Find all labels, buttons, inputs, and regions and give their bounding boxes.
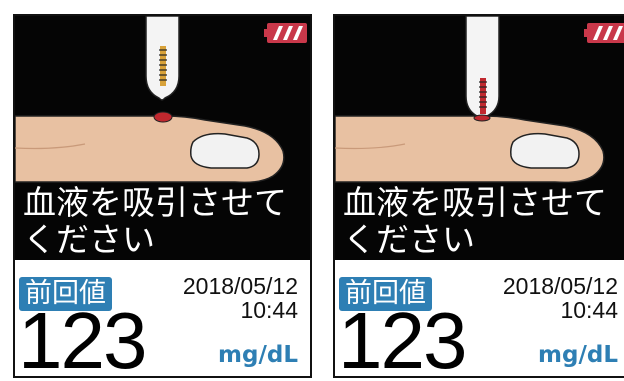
instruction-text: 血液を吸引させてください <box>23 183 287 259</box>
blood-drop-icon <box>153 111 173 123</box>
test-strip-icon <box>145 16 180 101</box>
battery-full-icon <box>264 23 307 43</box>
meter-screen-2: 血液を吸引させてください 前回値 2018/05/12 10:44 123 mg… <box>333 14 624 378</box>
meter-screen-1: 血液を吸引させてください 前回値 2018/05/12 10:44 123 mg… <box>13 14 312 378</box>
finger-icon <box>15 115 285 184</box>
instruction-text: 血液を吸引させてください <box>343 183 607 259</box>
display-area: 血液を吸引させてください <box>15 16 310 260</box>
last-result-time: 10:44 <box>560 297 618 323</box>
last-result-date: 2018/05/12 <box>502 273 618 299</box>
glucose-value: 123 <box>338 296 467 378</box>
finger-icon <box>335 115 605 184</box>
glucose-unit: mg/dL <box>218 342 298 368</box>
last-result-date: 2018/05/12 <box>182 273 298 299</box>
finger-blood-illustration <box>335 16 605 184</box>
last-result-panel: 前回値 2018/05/12 10:44 123 mg/dL <box>335 260 624 378</box>
test-strip-icon <box>465 16 500 119</box>
blood-drop-icon <box>473 114 491 122</box>
glucose-value: 123 <box>18 296 147 378</box>
battery-full-icon <box>584 23 624 43</box>
display-area: 血液を吸引させてください <box>335 16 624 260</box>
last-result-panel: 前回値 2018/05/12 10:44 123 mg/dL <box>15 260 310 378</box>
glucose-unit: mg/dL <box>538 342 618 368</box>
last-result-time: 10:44 <box>240 297 298 323</box>
